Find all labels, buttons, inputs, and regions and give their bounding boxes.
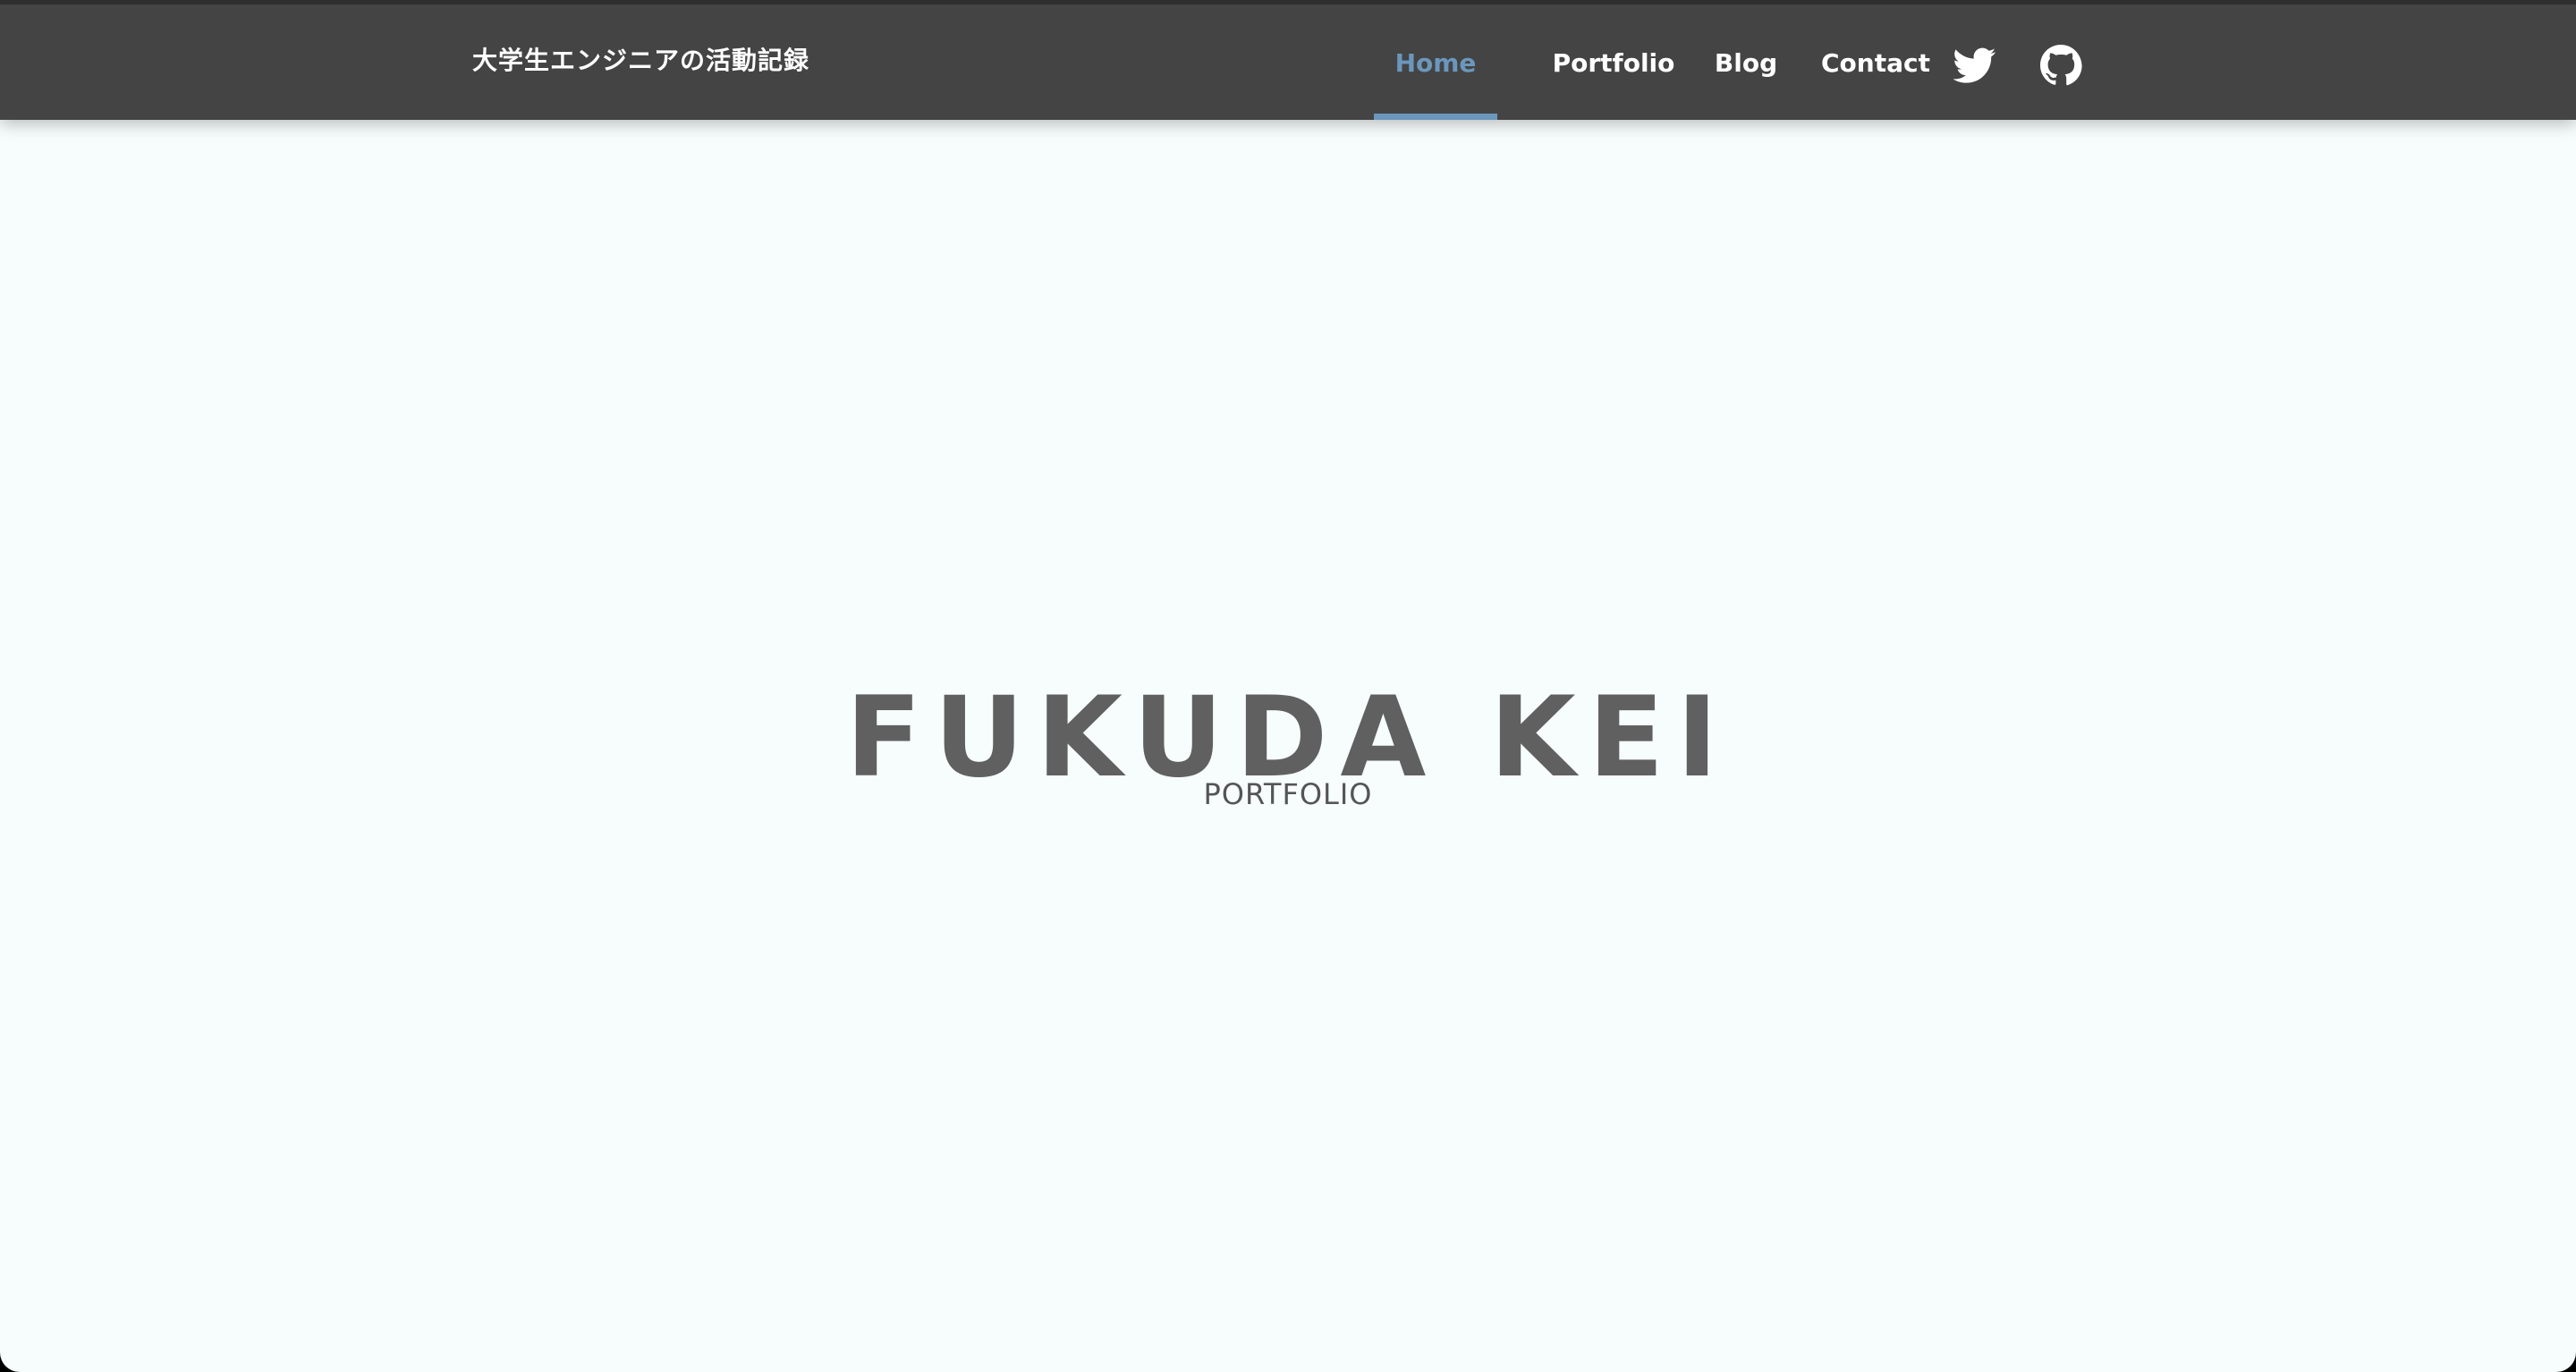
nav-blog[interactable]: Blog [1690,4,1801,120]
browser-viewport: 大学生エンジニアの活動記録 Home Portfolio Blog Contac… [0,0,2576,1372]
twitter-icon[interactable] [1953,44,1996,87]
nav-home[interactable]: Home [1374,4,1497,120]
hero-section: FUKUDA KEI PORTFOLIO [0,120,2576,1372]
nav-contact[interactable]: Contact [1796,4,1955,120]
site-title[interactable]: 大学生エンジニアの活動記録 [472,46,809,76]
site-header: 大学生エンジニアの活動記録 Home Portfolio Blog Contac… [0,0,2576,120]
github-icon[interactable] [2039,44,2082,87]
hero-subtitle: PORTFOLIO [1203,777,1373,811]
nav-portfolio[interactable]: Portfolio [1526,4,1701,120]
